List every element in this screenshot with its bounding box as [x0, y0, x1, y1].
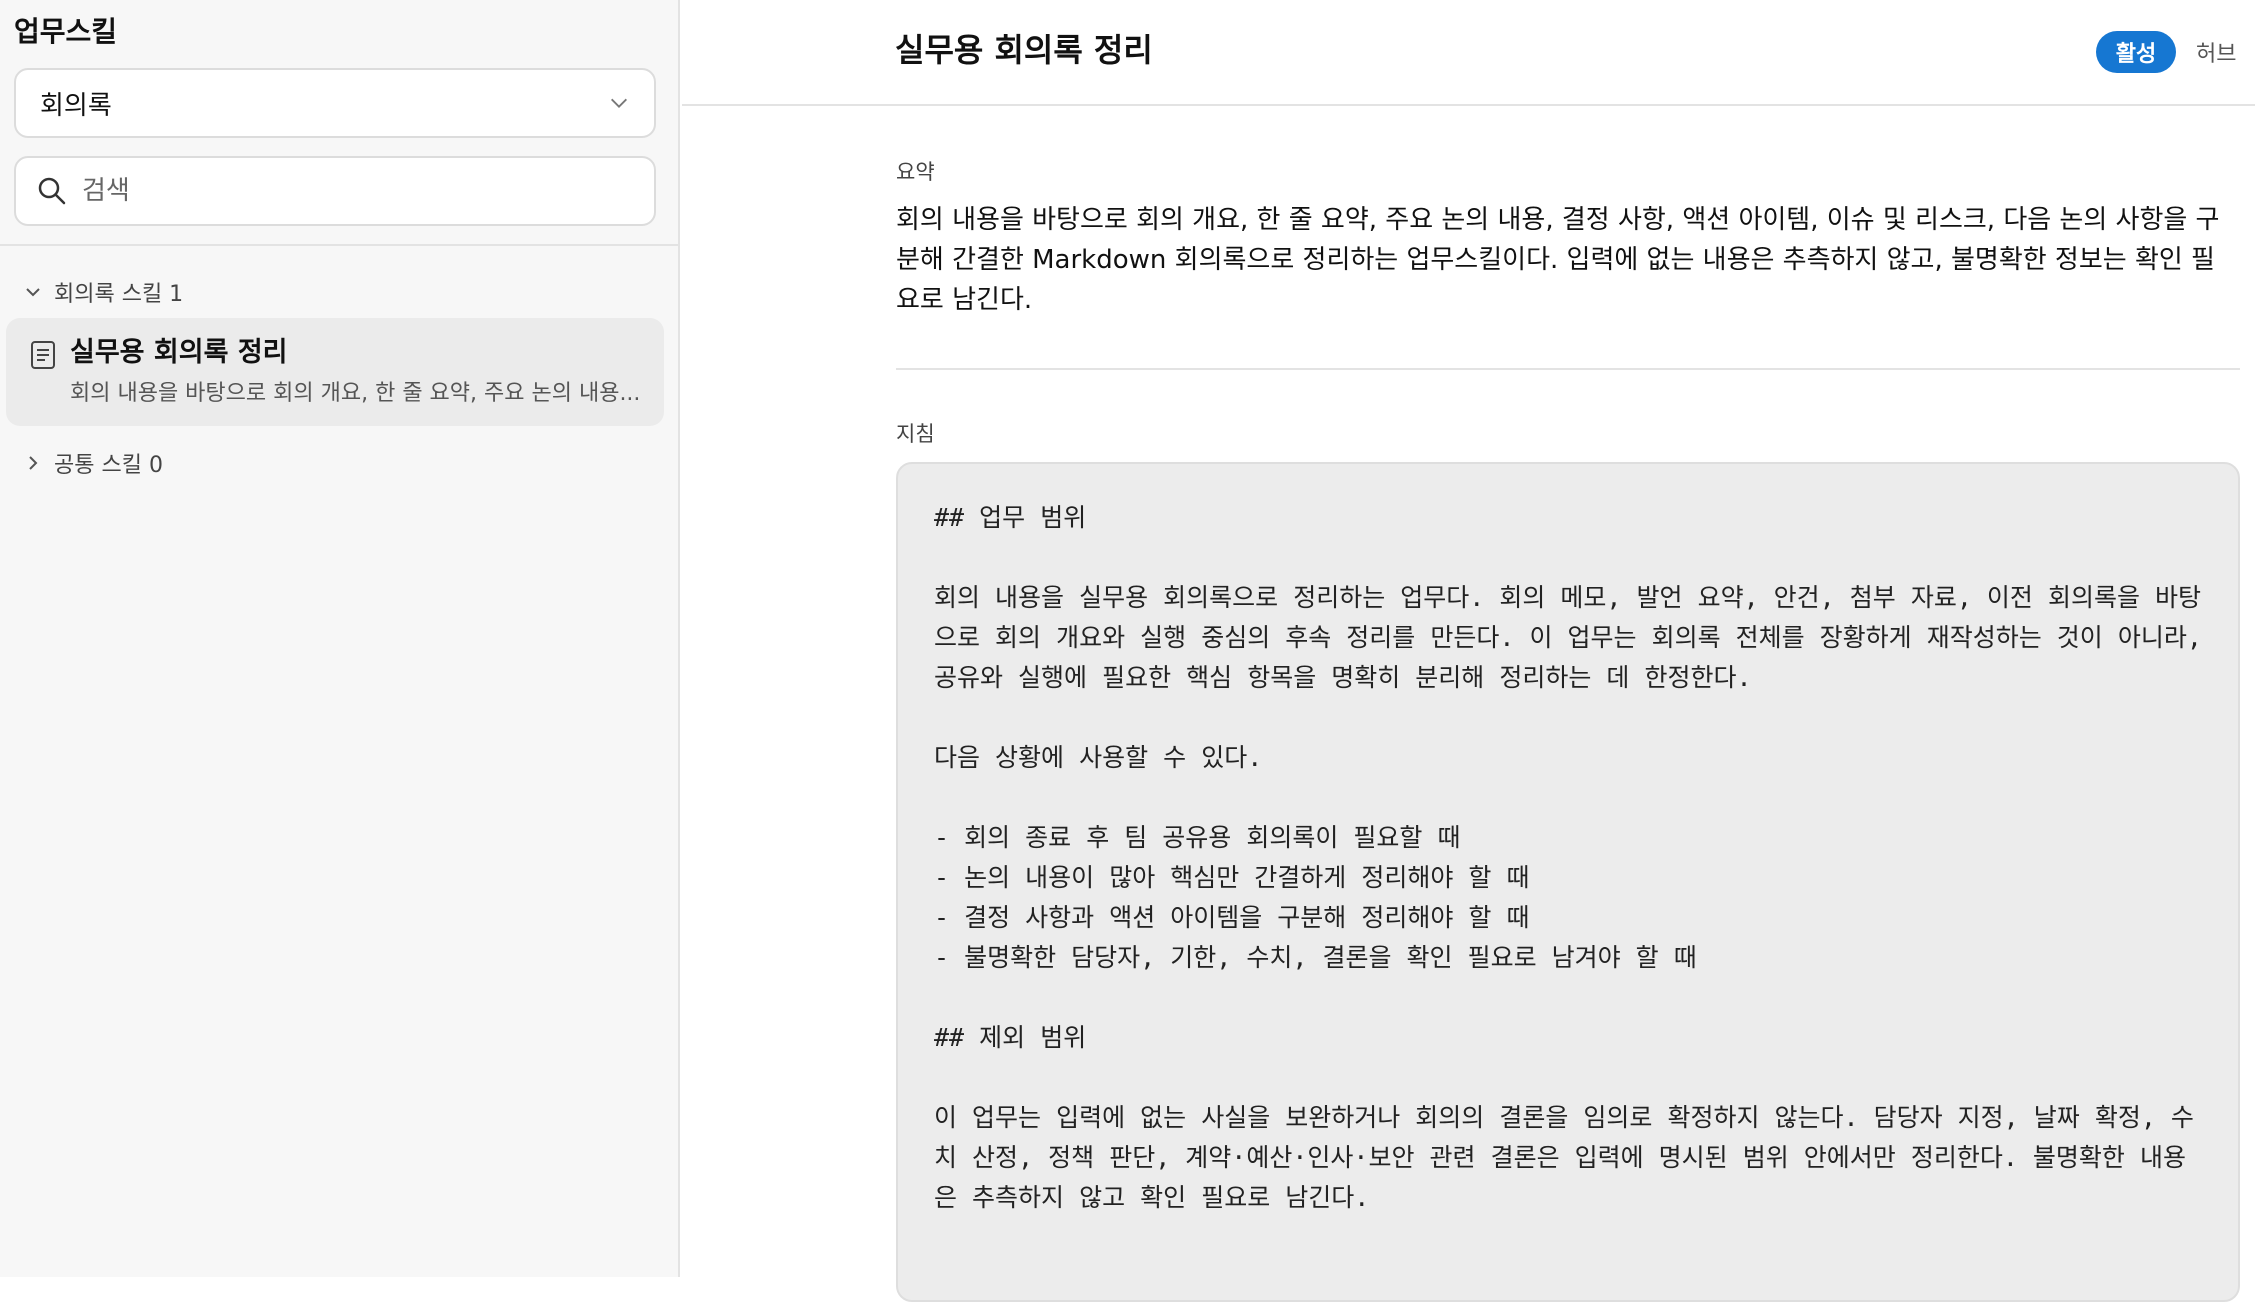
skill-description: 회의 내용을 바탕으로 회의 개요, 한 줄 요약, 주요 논의 내용... [70, 381, 641, 406]
chevron-right-icon [29, 456, 38, 470]
search-input[interactable] [82, 176, 634, 206]
category-select[interactable]: 회의록 [14, 68, 656, 138]
hub-button[interactable]: 허브 [2196, 31, 2236, 73]
search-field[interactable] [14, 156, 656, 226]
group-label: 회의록 스킬 1 [54, 282, 184, 307]
summary-label: 요약 [896, 160, 935, 184]
guide-label: 지침 [896, 422, 935, 446]
page-title: 실무용 회의록 정리 [895, 31, 1153, 69]
summary-text: 회의 내용을 바탕으로 회의 개요, 한 줄 요약, 주요 논의 내용, 결정 … [896, 205, 2220, 315]
category-select-value: 회의록 [40, 90, 112, 121]
app-title: 업무스킬 [14, 15, 118, 48]
group-meeting-skills[interactable]: 회의록 스킬 1 [24, 276, 183, 308]
sidebar: 업무스킬 회의록 회의록 스킬 1 실무용 회의록 정리 회의 내용을 바탕으로… [0, 0, 680, 1277]
skill-list-item[interactable]: 실무용 회의록 정리 회의 내용을 바탕으로 회의 개요, 한 줄 요약, 주요… [6, 318, 664, 426]
chevron-down-icon [26, 288, 40, 297]
guide-text: ## 업무 범위 회의 내용을 실무용 회의록으로 정리하는 업무다. 회의 메… [934, 503, 2202, 1212]
active-toggle-button[interactable]: 활성 [2096, 31, 2176, 73]
search-icon [38, 177, 66, 205]
group-label: 공통 스킬 0 [54, 453, 163, 478]
main-header: 실무용 회의록 정리 활성 허브 [682, 0, 2255, 106]
document-icon [31, 341, 55, 369]
skill-name: 실무용 회의록 정리 [70, 337, 288, 368]
guide-content-box: ## 업무 범위 회의 내용을 실무용 회의록으로 정리하는 업무다. 회의 메… [896, 462, 2240, 1302]
group-common-skills[interactable]: 공통 스킬 0 [24, 447, 163, 479]
sidebar-divider [0, 244, 680, 246]
chevron-down-icon [611, 98, 627, 108]
content-divider [896, 368, 2240, 370]
